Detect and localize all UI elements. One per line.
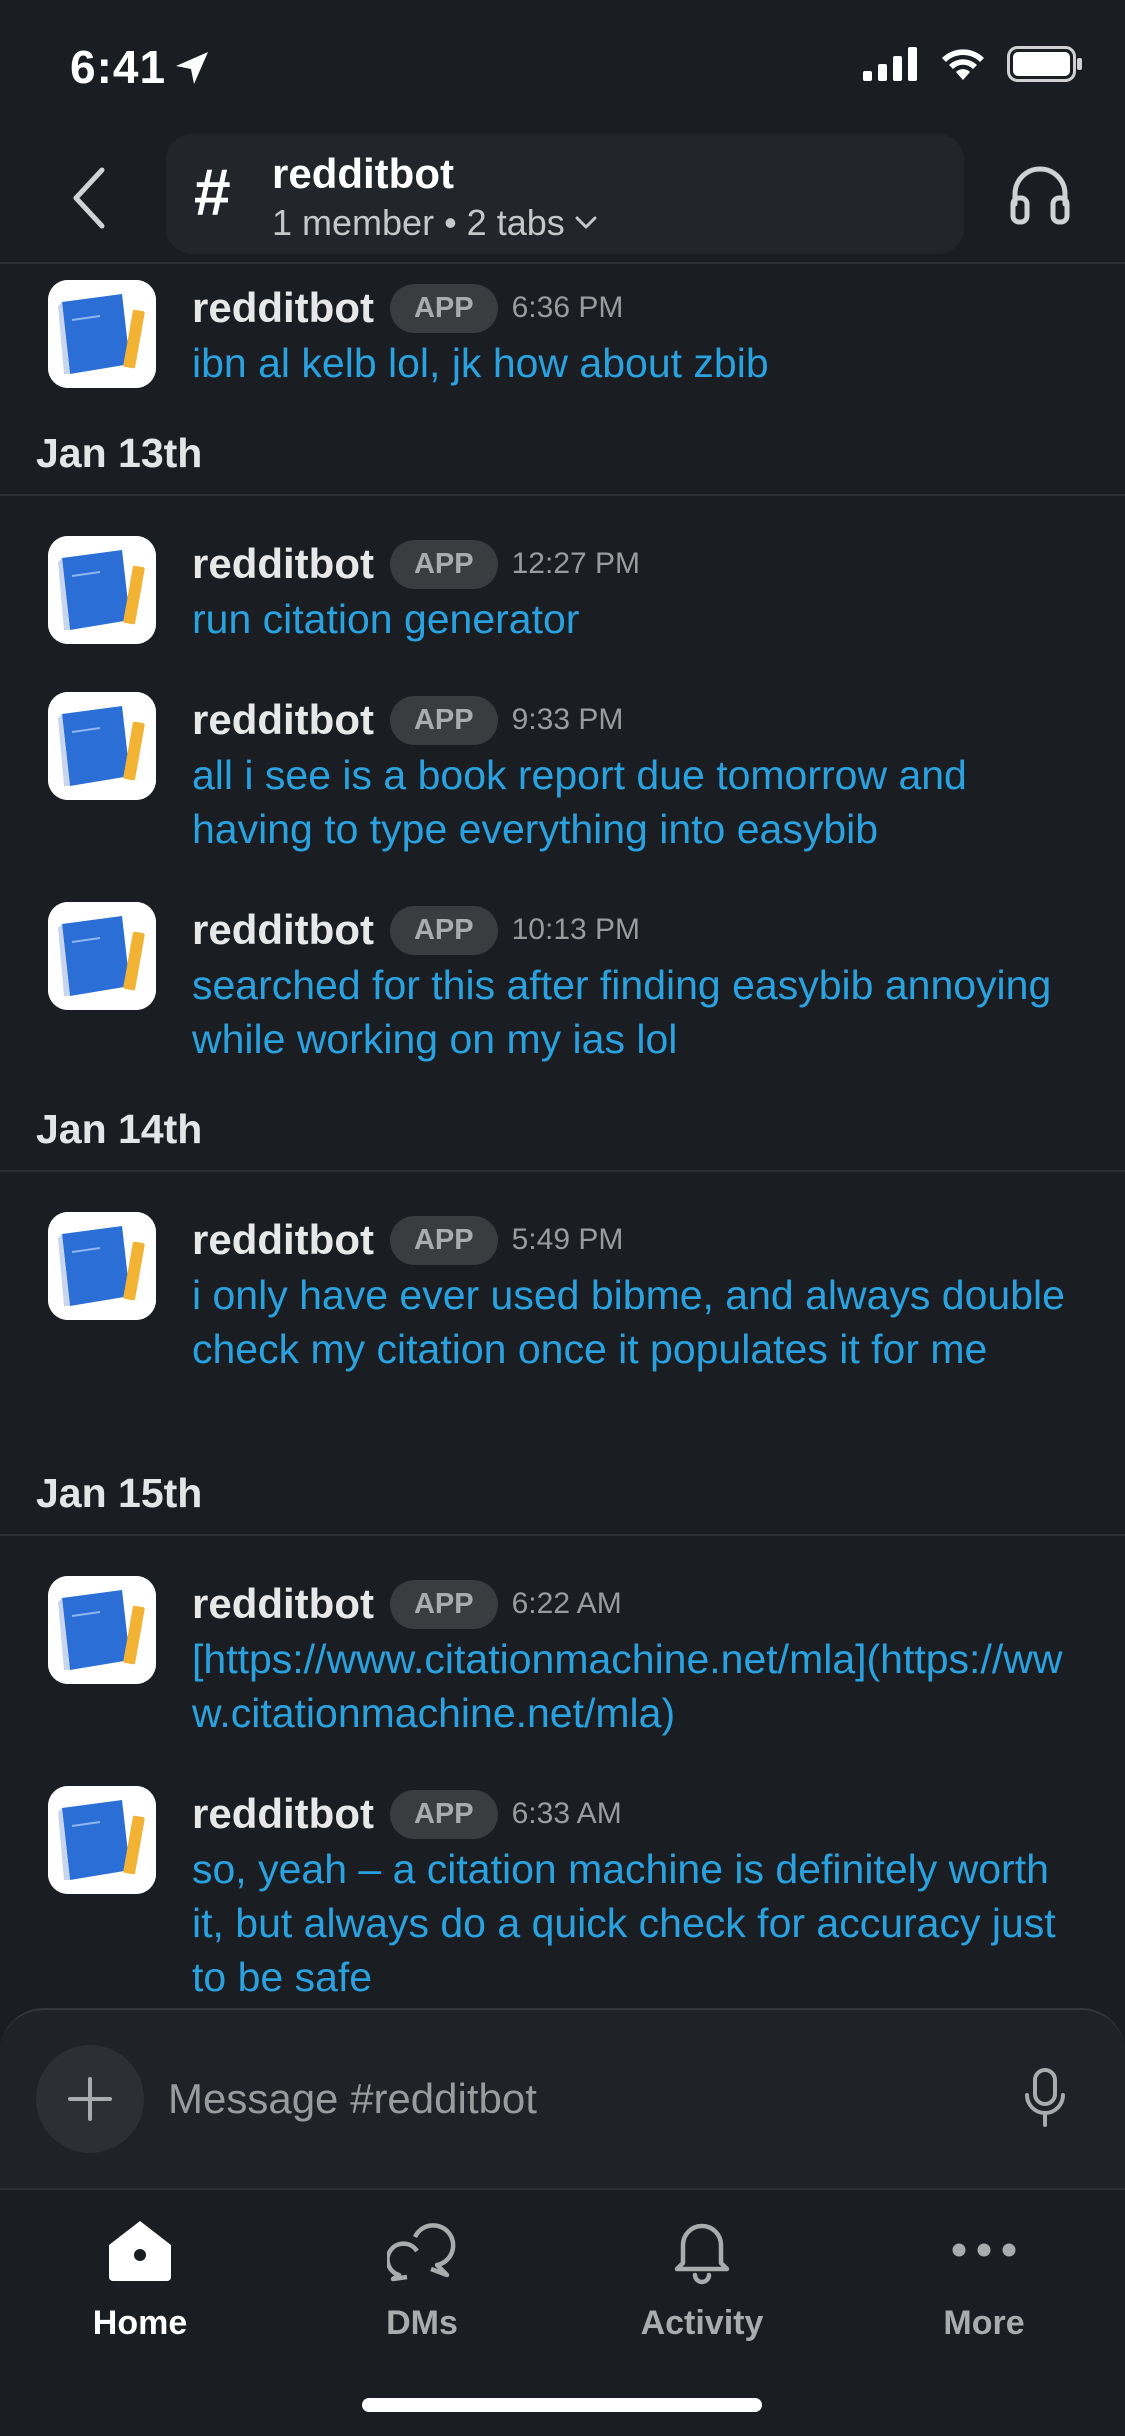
- message-composer: [0, 2008, 1125, 2188]
- channel-name: redditbot: [272, 150, 454, 197]
- channel-meta: 1 member • 2 tabs: [272, 202, 597, 244]
- app-badge: APP: [389, 539, 498, 589]
- status-bar: 6:41: [0, 0, 1125, 130]
- date-separator: Jan 15th: [0, 1456, 1125, 1536]
- notebook-app-icon: [48, 536, 156, 644]
- message-header: redditbot APP 6:33 AM: [192, 1786, 622, 1842]
- notebook-app-icon: [48, 280, 156, 388]
- home-indicator[interactable]: [362, 2398, 762, 2412]
- notebook-app-icon: [48, 1786, 156, 1894]
- notebook-app-icon: [48, 692, 156, 800]
- app-badge: APP: [389, 1789, 498, 1839]
- battery-icon: [1007, 46, 1082, 82]
- date-separator: Jan 13th: [0, 416, 1125, 496]
- message-header: redditbot APP 6:22 AM: [192, 1576, 622, 1632]
- status-time: 6:41: [70, 41, 167, 93]
- app-badge: APP: [389, 1215, 498, 1265]
- slack-channel-screen: 6:41 # redditbot 1 member • 2 tabs reddi…: [0, 0, 1125, 2436]
- notebook-app-icon: [48, 902, 156, 1010]
- bot-avatar[interactable]: [48, 902, 156, 1010]
- cellular-signal-icon: [863, 47, 917, 81]
- message-time: 9:33 PM: [511, 703, 624, 736]
- message-list[interactable]: redditbot APP 6:36 PM ibn al kelb lol, j…: [0, 266, 1125, 2006]
- bell-icon: [662, 2210, 742, 2290]
- message-time: 6:33 AM: [511, 1797, 622, 1830]
- sender-name[interactable]: redditbot: [192, 1216, 374, 1264]
- tab-home-label: Home: [92, 2304, 188, 2342]
- bot-avatar[interactable]: [48, 536, 156, 644]
- message-time: 6:22 AM: [511, 1587, 622, 1620]
- bot-avatar[interactable]: [48, 1576, 156, 1684]
- hash-icon: #: [194, 155, 231, 229]
- message-text: ibn al kelb lol, jk how about zbib: [192, 340, 769, 386]
- date-label: Jan 14th: [36, 1106, 203, 1152]
- message-header: redditbot APP 6:36 PM: [192, 280, 623, 336]
- tab-more[interactable]: More: [884, 2210, 1084, 2370]
- message-text: i only have ever used bibme, and always …: [192, 1272, 1065, 1372]
- voice-record-button[interactable]: [1015, 2058, 1075, 2138]
- headphones-icon[interactable]: [1007, 160, 1073, 226]
- bot-avatar[interactable]: [48, 280, 156, 388]
- app-badge: APP: [389, 695, 498, 745]
- bot-avatar[interactable]: [48, 692, 156, 800]
- home-icon: [100, 2210, 180, 2290]
- tab-dms[interactable]: DMs: [322, 2210, 522, 2370]
- message-header: redditbot APP 10:13 PM: [192, 902, 640, 958]
- tab-home[interactable]: Home: [40, 2210, 240, 2370]
- channel-info-button[interactable]: # redditbot 1 member • 2 tabs: [166, 134, 964, 254]
- channel-header: # redditbot 1 member • 2 tabs: [0, 130, 1125, 264]
- message-text: so, yeah – a citation machine is definit…: [192, 1846, 1056, 2000]
- dms-icon: [382, 2210, 462, 2290]
- microphone-icon: [1025, 2068, 1065, 2127]
- date-label: Jan 13th: [36, 430, 203, 476]
- message-text: run citation generator: [192, 596, 580, 642]
- message-time: 6:36 PM: [511, 291, 624, 324]
- message-input[interactable]: [168, 2064, 968, 2134]
- sender-name[interactable]: redditbot: [192, 1790, 374, 1838]
- status-icons: [863, 46, 1083, 82]
- message-header: redditbot APP 12:27 PM: [192, 536, 640, 592]
- sender-name[interactable]: redditbot: [192, 540, 374, 588]
- more-dots-icon: [944, 2210, 1024, 2290]
- member-count: 1 member: [272, 202, 435, 243]
- message-link[interactable]: [https://www.citationmachine.net/mla](ht…: [192, 1632, 1072, 1740]
- sender-name[interactable]: redditbot: [192, 906, 374, 954]
- location-arrow-icon: [176, 52, 208, 84]
- wifi-icon: [942, 49, 984, 80]
- chevron-left-icon: [73, 167, 105, 229]
- app-badge: APP: [389, 1579, 498, 1629]
- message-header: redditbot APP 5:49 PM: [192, 1212, 623, 1268]
- tab-activity[interactable]: Activity: [602, 2210, 802, 2370]
- back-button[interactable]: [58, 158, 118, 238]
- chevron-down-icon: [575, 216, 597, 229]
- message-time: 5:49 PM: [511, 1223, 624, 1256]
- tab-more-label: More: [943, 2304, 1025, 2342]
- sender-name[interactable]: redditbot: [192, 284, 374, 332]
- plus-icon: [68, 2077, 112, 2121]
- tab-activity-label: Activity: [640, 2304, 764, 2342]
- message-time: 10:13 PM: [511, 913, 641, 946]
- date-separator: Jan 14th: [0, 1092, 1125, 1172]
- app-badge: APP: [389, 905, 498, 955]
- meta-separator: •: [444, 202, 457, 243]
- tab-count: 2 tabs: [466, 202, 565, 243]
- message-header: redditbot APP 9:33 PM: [192, 692, 623, 748]
- sender-name[interactable]: redditbot: [192, 1580, 374, 1628]
- app-badge: APP: [389, 283, 498, 333]
- message-text: all i see is a book report due tomorrow …: [192, 752, 967, 852]
- notebook-app-icon: [48, 1576, 156, 1684]
- sender-name[interactable]: redditbot: [192, 696, 374, 744]
- message-text: searched for this after finding easybib …: [192, 962, 1052, 1062]
- tab-dms-label: DMs: [386, 2304, 458, 2342]
- date-label: Jan 15th: [36, 1470, 203, 1516]
- bot-avatar[interactable]: [48, 1212, 156, 1320]
- message-time: 12:27 PM: [511, 547, 641, 580]
- notebook-app-icon: [48, 1212, 156, 1320]
- add-attachment-button[interactable]: [36, 2045, 144, 2153]
- bot-avatar[interactable]: [48, 1786, 156, 1894]
